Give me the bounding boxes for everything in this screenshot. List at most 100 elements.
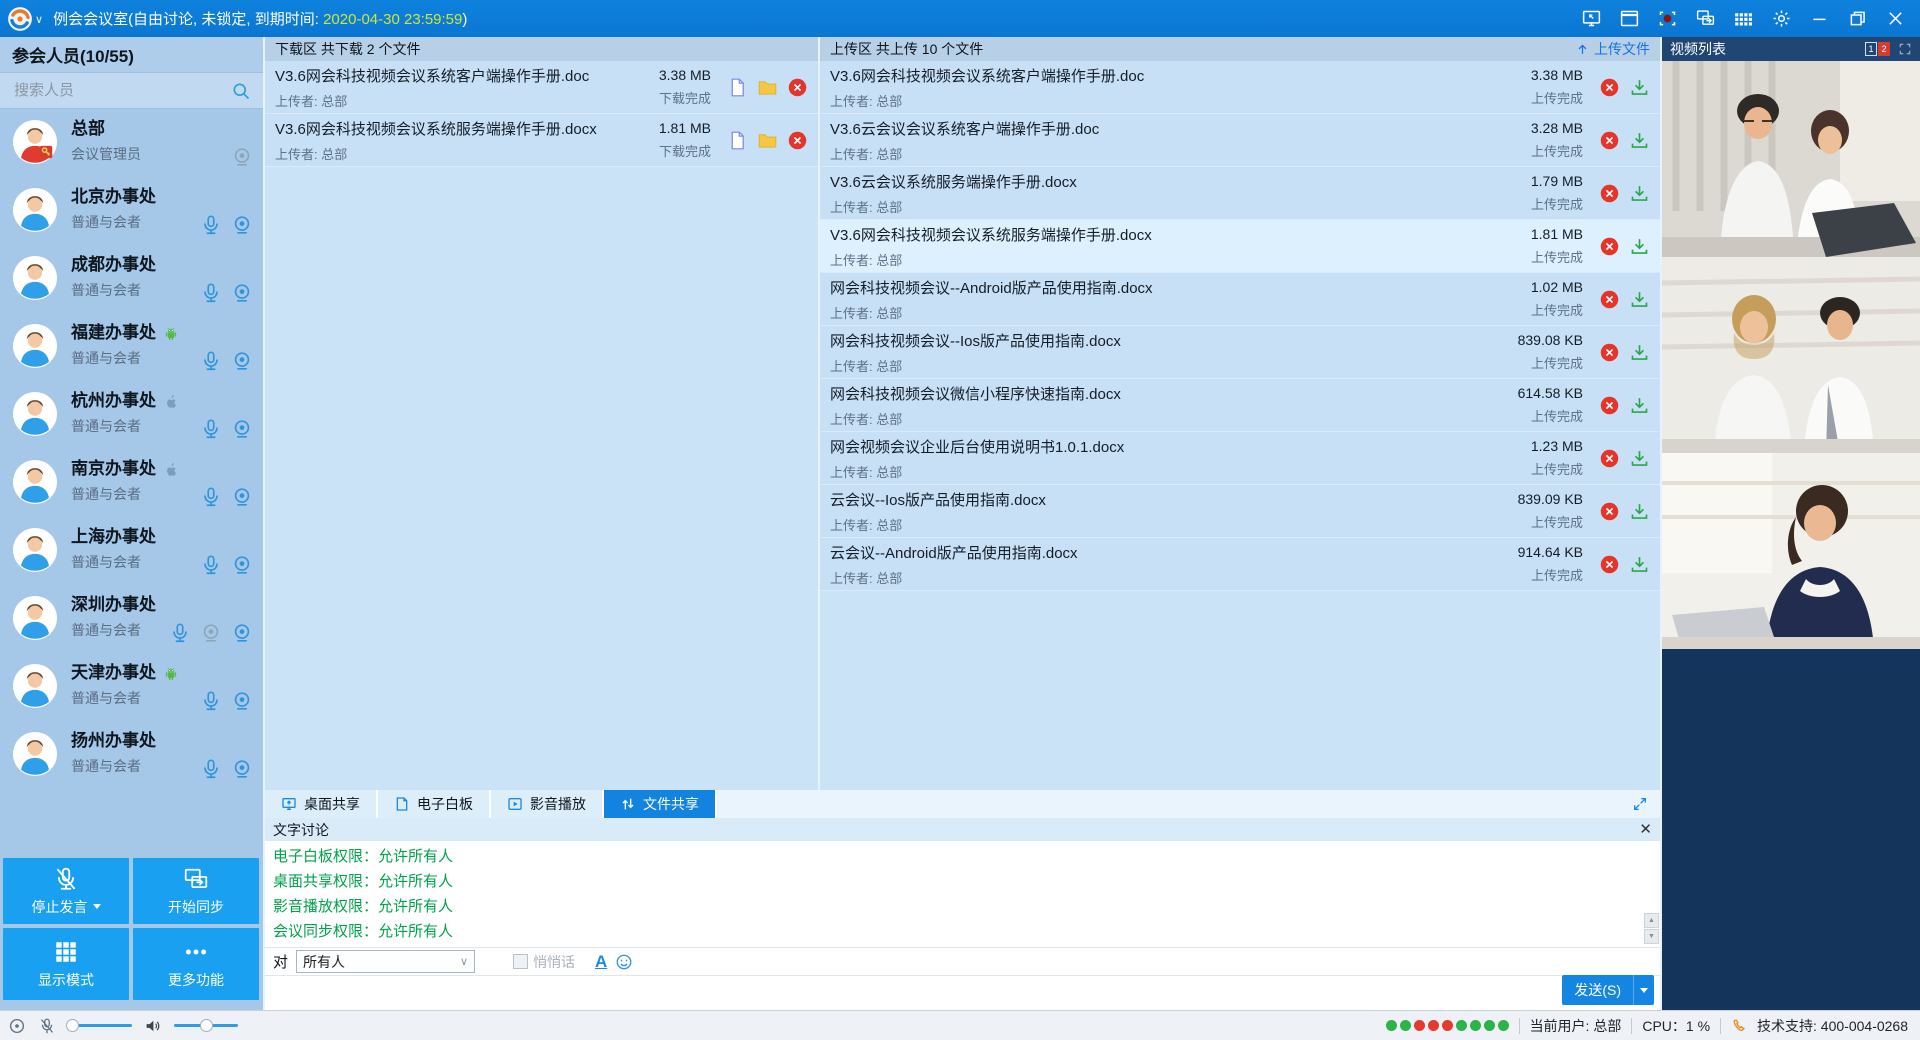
mic-icon[interactable] [169, 622, 191, 644]
delete-file-icon[interactable] [1599, 183, 1620, 204]
dialpad-icon[interactable] [1733, 8, 1754, 29]
participant-row[interactable]: 上海办事处 普通与会者 [0, 516, 263, 584]
mic-volume-slider[interactable] [68, 1024, 132, 1027]
upload-file-row[interactable]: V3.6云会议系统服务端操作手册.docx 上传者: 总部 1.79 MB 上传… [820, 167, 1660, 220]
search-icon[interactable] [231, 81, 251, 101]
upload-file-row[interactable]: 云会议--Android版产品使用指南.docx 上传者: 总部 914.64 … [820, 538, 1660, 591]
chat-close-icon[interactable]: ✕ [1639, 822, 1652, 837]
tab-media-play[interactable]: 影音播放 [491, 790, 604, 818]
download-file-icon[interactable] [1629, 448, 1650, 469]
screen-switch-icon[interactable] [1695, 8, 1716, 29]
participant-row[interactable]: 杭州办事处 普通与会者 [0, 380, 263, 448]
participant-row[interactable]: 总部 会议管理员 [0, 108, 263, 176]
video-thumbnail-2[interactable] [1662, 257, 1920, 453]
mic-icon[interactable] [200, 690, 222, 712]
participant-search[interactable] [0, 73, 263, 109]
webcam-icon[interactable] [231, 214, 253, 236]
upload-file-row[interactable]: V3.6云会议会议系统客户端操作手册.doc 上传者: 总部 3.28 MB 上… [820, 114, 1660, 167]
message-textarea[interactable]: 发送(S) [265, 976, 1660, 1010]
speaker-volume-slider[interactable] [174, 1024, 238, 1027]
tab-file-share[interactable]: 文件共享 [604, 790, 717, 818]
download-file-icon[interactable] [1629, 130, 1650, 151]
webcam-icon[interactable] [231, 758, 253, 780]
participant-row[interactable]: 南京办事处 普通与会者 [0, 448, 263, 516]
tab-desktop-share[interactable]: 桌面共享 [265, 790, 378, 818]
video-expand-icon[interactable] [1898, 42, 1912, 56]
upload-file-link[interactable]: 上传文件 [1575, 39, 1650, 59]
participant-row[interactable]: 北京办事处 普通与会者 [0, 176, 263, 244]
panel-expand-icon[interactable] [1632, 796, 1648, 812]
participant-row[interactable]: 天津办事处 普通与会者 [0, 652, 263, 720]
window-layout-icon[interactable] [1619, 8, 1640, 29]
mic-icon[interactable] [200, 282, 222, 304]
download-file-icon[interactable] [1629, 236, 1650, 257]
open-folder-icon[interactable] [757, 77, 778, 98]
mic-icon[interactable] [200, 554, 222, 576]
upload-file-row[interactable]: 网会科技视频会议--Android版产品使用指南.docx 上传者: 总部 1.… [820, 273, 1660, 326]
video-thumbnail-3[interactable] [1662, 453, 1920, 649]
webcam-icon[interactable] [231, 622, 253, 644]
minimize-icon[interactable] [1809, 8, 1830, 29]
download-file-icon[interactable] [1629, 501, 1650, 522]
participant-row[interactable]: 深圳办事处 普通与会者 [0, 584, 263, 652]
send-button[interactable]: 发送(S) [1562, 975, 1633, 1005]
webcam-icon[interactable] [231, 418, 253, 440]
tab-whiteboard[interactable]: 电子白板 [378, 790, 491, 818]
maximize-icon[interactable] [1847, 8, 1868, 29]
webcam-icon[interactable] [231, 350, 253, 372]
open-file-icon[interactable] [727, 130, 748, 151]
delete-file-icon[interactable] [1599, 236, 1620, 257]
remote-desktop-icon[interactable] [1581, 8, 1602, 29]
download-file-row[interactable]: V3.6网会科技视频会议系统服务端操作手册.docx 上传者: 总部 1.81 … [265, 114, 818, 167]
display-mode-button[interactable]: 显示模式 [3, 928, 129, 1000]
audio-meter-icon[interactable] [8, 1017, 26, 1035]
recipient-select[interactable]: 所有人 ∨ [296, 950, 475, 973]
download-file-icon[interactable] [1629, 183, 1650, 204]
upload-file-row[interactable]: V3.6网会科技视频会议系统客户端操作手册.doc 上传者: 总部 3.38 M… [820, 61, 1660, 114]
start-sync-button[interactable]: 开始同步 [133, 858, 259, 924]
webcam-disabled-icon[interactable] [231, 146, 253, 168]
participant-row[interactable]: 成都办事处 普通与会者 [0, 244, 263, 312]
open-file-icon[interactable] [727, 77, 748, 98]
download-file-icon[interactable] [1629, 77, 1650, 98]
more-functions-button[interactable]: 更多功能 [133, 928, 259, 1000]
send-options-caret[interactable] [1633, 975, 1654, 1005]
mic-muted-icon[interactable] [38, 1017, 56, 1035]
whisper-checkbox[interactable] [513, 954, 528, 969]
open-folder-icon[interactable] [757, 130, 778, 151]
stop-speaking-button[interactable]: 停止发言 [3, 858, 129, 924]
upload-file-row[interactable]: 网会视频会议企业后台使用说明书1.0.1.docx 上传者: 总部 1.23 M… [820, 432, 1660, 485]
webcam-icon[interactable] [231, 282, 253, 304]
download-file-icon[interactable] [1629, 554, 1650, 575]
participant-row[interactable]: 福建办事处 普通与会者 [0, 312, 263, 380]
delete-file-icon[interactable] [1599, 289, 1620, 310]
speaker-icon[interactable] [144, 1017, 162, 1035]
upload-file-row[interactable]: 网会科技视频会议--Ios版产品使用指南.docx 上传者: 总部 839.08… [820, 326, 1660, 379]
download-file-icon[interactable] [1629, 342, 1650, 363]
record-icon[interactable] [1657, 8, 1678, 29]
webcam-icon[interactable] [231, 690, 253, 712]
participant-row[interactable]: 扬州办事处 普通与会者 [0, 720, 263, 788]
upload-file-row[interactable]: 网会科技视频会议微信小程序快速指南.docx 上传者: 总部 614.58 KB… [820, 379, 1660, 432]
delete-file-icon[interactable] [1599, 554, 1620, 575]
delete-file-icon[interactable] [1599, 501, 1620, 522]
upload-file-row[interactable]: 云会议--Ios版产品使用指南.docx 上传者: 总部 839.09 KB 上… [820, 485, 1660, 538]
webcam-icon[interactable] [231, 554, 253, 576]
video-thumbnail-1[interactable] [1662, 61, 1920, 257]
download-file-icon[interactable] [1629, 289, 1650, 310]
delete-file-icon[interactable] [1599, 395, 1620, 416]
search-input[interactable] [12, 81, 231, 100]
mic-icon[interactable] [200, 486, 222, 508]
download-file-icon[interactable] [1629, 395, 1650, 416]
delete-file-icon[interactable] [1599, 130, 1620, 151]
mic-icon[interactable] [200, 350, 222, 372]
mic-icon[interactable] [200, 758, 222, 780]
webcam-icon[interactable] [231, 486, 253, 508]
mic-icon[interactable] [200, 214, 222, 236]
video-layout-icon[interactable]: 12 [1865, 42, 1890, 56]
emoji-icon[interactable] [615, 953, 633, 971]
logo-menu-caret-icon[interactable]: ∨ [35, 13, 43, 26]
delete-file-icon[interactable] [1599, 77, 1620, 98]
mic-icon[interactable] [200, 418, 222, 440]
gear-icon[interactable] [1771, 8, 1792, 29]
